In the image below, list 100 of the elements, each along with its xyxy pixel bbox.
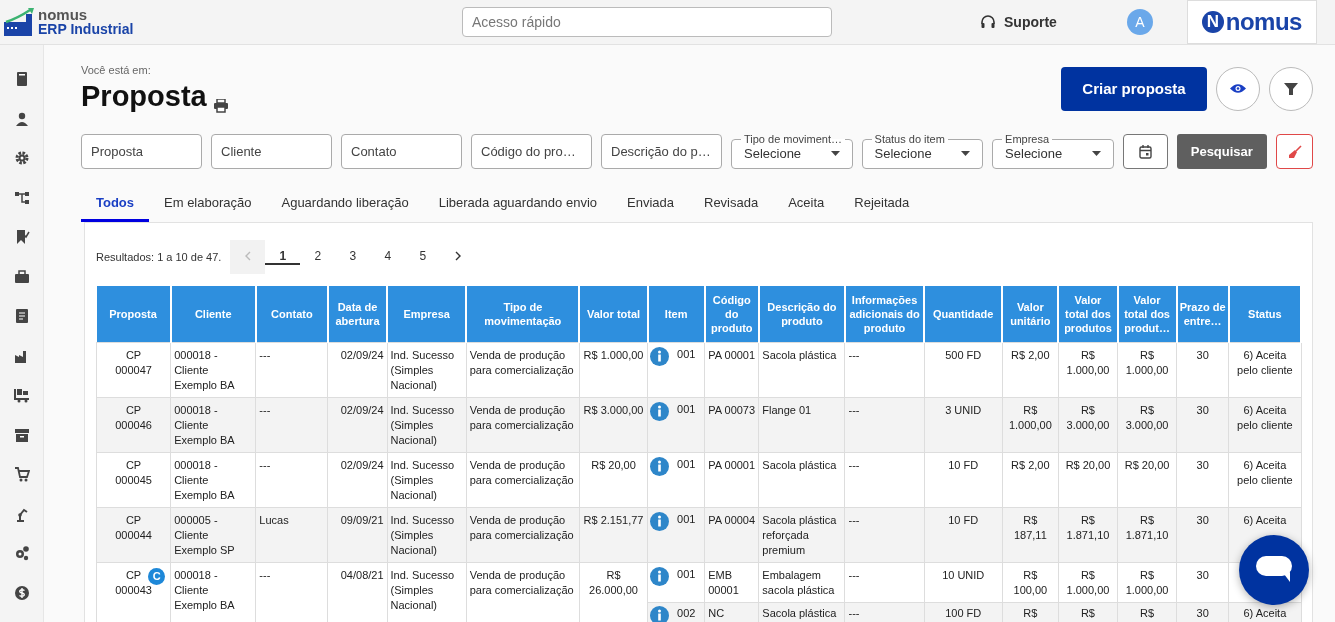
status-tab[interactable]: Em elaboração: [149, 185, 267, 222]
table-cell: 6) Aceita pelo cliente: [1237, 404, 1293, 431]
status-tab[interactable]: Revisada: [689, 185, 774, 222]
table-cell: ---: [259, 569, 271, 581]
logo-brand-text: nomus: [38, 8, 89, 22]
filter-field[interactable]: Descrição do p…: [601, 134, 722, 169]
table-cell: R$ 1.000,00: [1125, 569, 1169, 596]
filter-button[interactable]: [1269, 66, 1313, 111]
table-cell: 30: [1196, 404, 1209, 416]
view-button[interactable]: [1216, 66, 1260, 111]
table-cell: R$ 1.000,00: [1066, 349, 1110, 376]
brand-logo: N nomus: [1186, 0, 1317, 44]
breadcrumb-label: Você está em:: [81, 64, 152, 76]
status-tab[interactable]: Enviada: [612, 185, 689, 222]
column-header: Código do produto: [704, 286, 759, 343]
column-header: Valor total dos produt…: [1117, 286, 1177, 343]
table-cell: ---: [259, 459, 271, 471]
table-cell: NC: [708, 607, 725, 619]
archive-icon[interactable]: [13, 426, 30, 443]
table-cell: 10 FD: [948, 514, 979, 526]
filter-dropdown[interactable]: Status do item Selecione: [861, 133, 984, 169]
conveyor-icon[interactable]: [13, 387, 30, 403]
table-cell: Venda de produção para comercialização: [469, 569, 574, 596]
filter-field[interactable]: Proposta: [81, 134, 202, 169]
table-cell: ---: [848, 459, 860, 471]
print-icon[interactable]: [212, 99, 229, 113]
info-icon[interactable]: [650, 347, 670, 366]
info-icon[interactable]: [650, 512, 670, 531]
table-cell: 30: [1196, 459, 1209, 471]
table-cell: 30: [1196, 607, 1209, 619]
table-cell: 30: [1196, 349, 1209, 361]
broom-icon: [1287, 144, 1302, 159]
table-cell: ---: [848, 349, 860, 361]
support-link[interactable]: Suporte: [1004, 14, 1057, 30]
column-header: Contato: [255, 286, 328, 343]
filter-field[interactable]: Código do pro…: [471, 134, 592, 169]
table-cell: R$ 3.000,00: [1066, 404, 1110, 431]
gear-icon[interactable]: [13, 150, 30, 166]
table-cell: 000018 - Cliente Exemplo BA: [174, 349, 235, 391]
dollar-icon[interactable]: [13, 584, 30, 601]
status-tab[interactable]: Aguardando liberação: [266, 185, 424, 222]
chevron-right-icon: [454, 251, 461, 261]
eye-icon: [1230, 83, 1246, 94]
clear-filters-button[interactable]: [1276, 134, 1313, 169]
table-cell: 30: [1196, 569, 1209, 581]
status-tab[interactable]: Aceita: [773, 185, 840, 222]
info-icon[interactable]: [650, 402, 670, 421]
table-cell: Sacola plástica reforçada premium: [762, 514, 837, 556]
filter-field[interactable]: Cliente: [211, 134, 332, 169]
quick-access-field[interactable]: Acesso rápido: [462, 7, 832, 37]
table-cell: Lucas: [259, 514, 289, 526]
table-cell: R$ 187,11: [1013, 514, 1047, 541]
table-cell: Ind. Sucesso (Simples Nacional): [390, 459, 455, 501]
page-button[interactable]: 3: [335, 240, 371, 274]
search-button[interactable]: Pesquisar: [1176, 134, 1268, 169]
page-button[interactable]: 1: [265, 249, 301, 265]
table-cell: 10 UNID: [942, 569, 985, 581]
table-cell: R$ 2,00: [1011, 459, 1050, 471]
info-icon[interactable]: [650, 457, 670, 476]
status-tab[interactable]: Rejeitada: [839, 185, 925, 222]
table-cell: EMB 00001: [708, 569, 739, 596]
column-header: Prazo de entre…: [1176, 286, 1229, 343]
cart-icon[interactable]: [13, 466, 30, 482]
table-cell: 6) Aceita: [1243, 607, 1287, 619]
table-cell: R$ 26.000,00: [589, 569, 638, 596]
table-cell: R$ 20,00: [1124, 459, 1170, 471]
table-cell: Ind. Sucesso (Simples Nacional): [390, 514, 455, 556]
user-icon[interactable]: [13, 110, 30, 127]
table-cell: PA 00073: [708, 404, 756, 416]
filter-dropdown[interactable]: Empresa Selecione: [992, 133, 1114, 169]
table-cell: ---: [848, 569, 860, 581]
table-cell: 001: [677, 512, 696, 527]
table-cell: 001: [677, 457, 696, 472]
table-cell: R$ 100,00: [1013, 569, 1048, 596]
table-cell: R$ 1.871,10: [1066, 514, 1110, 541]
table-cell-text: CP 000046: [114, 403, 153, 433]
document-icon[interactable]: [13, 308, 30, 324]
filter-field[interactable]: Contato: [341, 134, 462, 169]
page-button[interactable]: 4: [370, 240, 406, 274]
logo-product-text: ERP Industrial: [38, 22, 134, 36]
table-cell: 002: [677, 606, 696, 621]
status-tab[interactable]: Liberada aguardando envio: [423, 185, 612, 222]
table-cell: ---: [848, 514, 860, 526]
create-proposal-button[interactable]: Criar proposta: [1061, 66, 1207, 111]
info-icon[interactable]: [650, 567, 670, 586]
column-header: Informações adicionais do produto: [845, 286, 925, 343]
hierarchy-icon[interactable]: [13, 189, 30, 206]
briefcase-icon[interactable]: [13, 268, 30, 285]
table-cell: Sacola plástica: [762, 349, 837, 361]
page-button[interactable]: 2: [300, 240, 336, 274]
table-cell: 6) Aceita pelo cliente: [1237, 349, 1293, 376]
date-button[interactable]: [1122, 134, 1168, 169]
caret-icon: [1091, 150, 1101, 156]
filter-dropdown[interactable]: Tipo de moviment… Selecione: [731, 133, 853, 169]
caret-icon: [961, 150, 971, 156]
page-button[interactable]: 5: [405, 240, 441, 274]
table-cell: 30: [1196, 514, 1209, 526]
page-title: Proposta: [81, 80, 207, 113]
gears-icon[interactable]: [13, 545, 30, 561]
info-icon[interactable]: [650, 606, 670, 622]
